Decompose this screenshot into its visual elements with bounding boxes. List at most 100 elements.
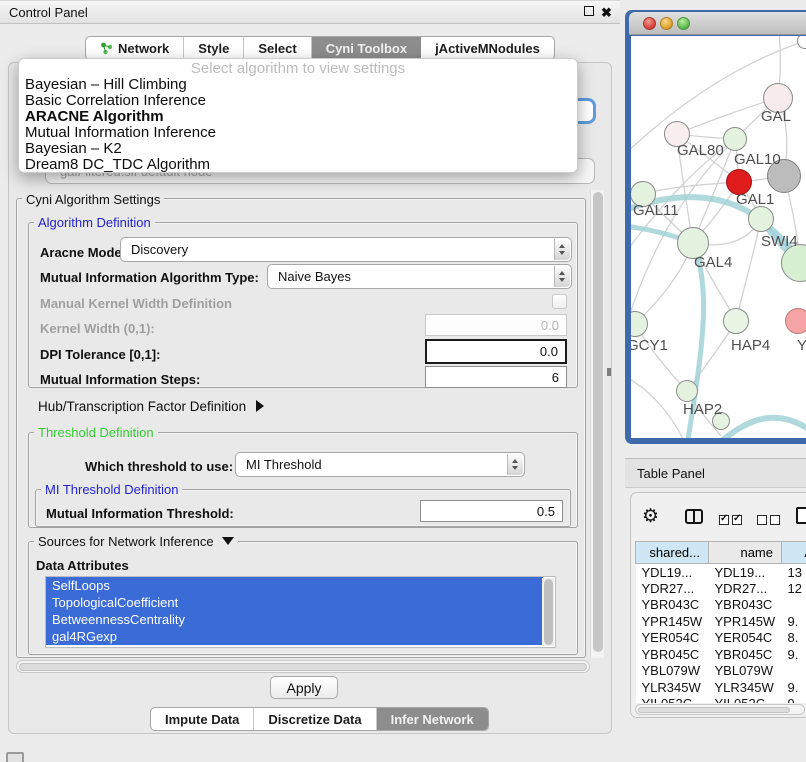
deselect-all-icon[interactable] — [757, 512, 780, 530]
tab-jactivemnodules-label: jActiveMNodules — [435, 41, 540, 56]
algorithm-option[interactable]: Basic Correlation Inference — [19, 93, 577, 109]
column-browser-icon[interactable] — [685, 509, 703, 524]
table-row[interactable]: YBR045CYBR045C9. — [636, 646, 806, 663]
manual-kernel-label: Manual Kernel Width Definition — [40, 296, 232, 311]
table-row[interactable]: YPR145WYPR145W9. — [636, 613, 806, 630]
column-header-shared-name[interactable]: shared... — [636, 542, 709, 564]
algorithm-option[interactable]: Bayesian – K2 — [19, 141, 577, 157]
mi-algorithm-type-combo[interactable]: Naive Bayes — [267, 264, 572, 289]
column-header-clipped[interactable]: A — [782, 542, 806, 564]
table-row[interactable]: YLR345WYLR345W9. — [636, 679, 806, 696]
settings-vscrollbar[interactable] — [590, 190, 604, 658]
tab-style-label: Style — [198, 41, 229, 56]
control-panel-tabbar: Network Style Select Cyni Toolbox jActiv… — [85, 36, 555, 60]
network-canvas[interactable]: GAL GAL80 GAL10 GAL1 GAL11 SWI4 GAL4 GCY… — [631, 36, 806, 438]
hub-definition-expander[interactable]: Hub/Transcription Factor Definition — [38, 399, 264, 414]
table-row[interactable]: YER054CYER054C8. — [636, 630, 806, 647]
dpi-tolerance-label: DPI Tolerance [0,1]: — [40, 347, 160, 362]
node-label: GAL11 — [633, 202, 679, 219]
traffic-light-minimize-icon[interactable] — [660, 17, 673, 30]
sources-group-title[interactable]: Sources for Network Inference — [34, 534, 238, 549]
table-hscrollbar-thumb[interactable] — [638, 707, 790, 713]
algorithm-option[interactable]: Dream8 DC_TDC Algorithm — [19, 157, 577, 173]
close-icon[interactable]: ✖ — [601, 6, 612, 19]
traffic-light-zoom-icon[interactable] — [677, 17, 690, 30]
algorithm-option[interactable]: Mutual Information Inference — [19, 125, 577, 141]
tab-infer-label: Infer Network — [391, 712, 474, 727]
mi-steps-label: Mutual Information Steps: — [40, 372, 200, 387]
table-row[interactable]: YBL079WYBL079W — [636, 663, 806, 680]
tab-select[interactable]: Select — [244, 37, 311, 59]
export-table-icon[interactable] — [796, 507, 806, 524]
network-node-hap4[interactable] — [723, 308, 749, 334]
table-row[interactable]: YDR27...YDR27...12 — [636, 580, 806, 597]
dpi-tolerance-field[interactable]: 0.0 — [425, 339, 567, 364]
apply-button[interactable]: Apply — [270, 676, 338, 699]
splitter-handle[interactable] — [607, 368, 611, 376]
mi-steps-field[interactable]: 6 — [425, 366, 567, 388]
table-panel-title: Table Panel — [637, 466, 705, 481]
attribute-item[interactable]: SelfLoops — [46, 577, 543, 594]
tab-infer-network[interactable]: Infer Network — [377, 708, 488, 730]
mi-algorithm-type-value: Naive Bayes — [278, 265, 351, 288]
screen: Control Panel ✖ Network Style Select Cyn… — [0, 0, 806, 762]
attribute-item[interactable]: TopologicalCoefficient — [46, 594, 543, 611]
tab-network-label: Network — [118, 41, 169, 56]
data-attributes-list: SelfLoops TopologicalCoefficient Between… — [45, 576, 556, 648]
manual-kernel-checkbox[interactable] — [552, 294, 567, 309]
stepper-icon — [554, 239, 570, 260]
network-node-hap2[interactable] — [676, 380, 698, 402]
network-view-titlebar[interactable] — [629, 12, 806, 35]
kernel-width-field[interactable]: 0.0 — [425, 314, 567, 336]
clipped-corner-button[interactable] — [6, 752, 24, 762]
table-row[interactable]: YBR043CYBR043C — [636, 597, 806, 614]
network-node-pink[interactable] — [785, 308, 806, 334]
traffic-light-close-icon[interactable] — [643, 17, 656, 30]
node-label: HAP2 — [683, 401, 722, 418]
control-panel-title: Control Panel — [9, 5, 88, 20]
select-all-icon[interactable] — [719, 512, 742, 530]
table-panel-titlebar[interactable]: Table Panel — [625, 458, 806, 488]
expander-arrow-icon — [256, 400, 264, 412]
settings-hscrollbar[interactable] — [16, 660, 590, 673]
tab-cyni-toolbox[interactable]: Cyni Toolbox — [312, 37, 421, 59]
aracne-mode-value: Discovery — [131, 238, 188, 261]
node-label: GAL4 — [694, 254, 732, 271]
node-label: Y — [797, 337, 806, 354]
data-attributes-label: Data Attributes — [36, 558, 129, 573]
list-scrollbar-thumb[interactable] — [544, 579, 553, 645]
network-node-gal10[interactable] — [723, 127, 747, 151]
which-threshold-label: Which threshold to use: — [85, 459, 233, 474]
tab-discretize-data[interactable]: Discretize Data — [254, 708, 376, 730]
node-label: GCY1 — [631, 337, 668, 354]
tab-style[interactable]: Style — [184, 37, 244, 59]
threshold-definition-title: Threshold Definition — [34, 425, 158, 440]
table-row[interactable]: YDL19...YDL19...13 — [636, 564, 806, 581]
mi-threshold-field[interactable]: 0.5 — [420, 500, 563, 522]
aracne-mode-combo[interactable]: Discovery — [120, 237, 572, 262]
kernel-width-label: Kernel Width (0,1): — [40, 321, 155, 336]
table-panel-body: ⚙ shared... name A YDL19...YDL19...13 YD… — [630, 492, 806, 718]
settings-vscrollbar-thumb[interactable] — [593, 192, 603, 652]
attribute-item[interactable]: BetweennessCentrality — [46, 611, 543, 628]
algorithm-option[interactable]: Bayesian – Hill Climbing — [19, 77, 577, 93]
algorithm-dropdown-popup: Select algorithm to view settings Bayesi… — [18, 58, 578, 173]
hub-definition-label: Hub/Transcription Factor Definition — [38, 399, 246, 414]
float-window-icon[interactable] — [584, 6, 594, 16]
which-threshold-combo[interactable]: MI Threshold — [235, 452, 525, 477]
tab-jactivemnodules[interactable]: jActiveMNodules — [421, 37, 554, 59]
list-scrollbar[interactable] — [542, 578, 554, 646]
table-hscrollbar[interactable] — [635, 704, 805, 715]
control-panel-titlebar[interactable]: Control Panel ✖ — [0, 0, 620, 24]
settings-hscrollbar-thumb[interactable] — [19, 663, 587, 671]
tab-network[interactable]: Network — [86, 37, 184, 59]
algorithm-option-selected[interactable]: ARACNE Algorithm — [19, 109, 577, 125]
column-header-name[interactable]: name — [709, 542, 782, 564]
network-node-swi4[interactable] — [748, 206, 774, 232]
gear-icon[interactable]: ⚙ — [642, 505, 659, 528]
tab-impute-data[interactable]: Impute Data — [151, 708, 254, 730]
algorithm-definition-title: Algorithm Definition — [34, 215, 155, 230]
attribute-item[interactable]: gal4RGexp — [46, 628, 543, 645]
tab-select-label: Select — [258, 41, 296, 56]
stepper-icon — [507, 454, 523, 475]
